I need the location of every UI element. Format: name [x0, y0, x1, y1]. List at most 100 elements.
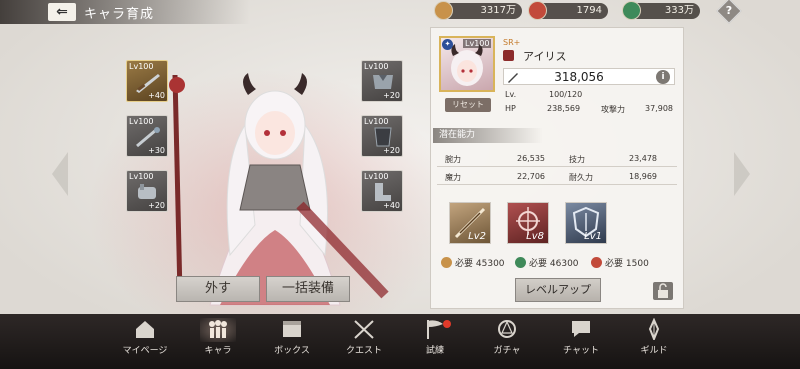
character-stats-panel: ✦ Lv100 SR+ アイリス 318,056 i Lv. 100/120 リ… — [430, 27, 684, 309]
rarity-label: SR+ — [503, 38, 521, 47]
equip-slot-armor-2[interactable]: Lv100 +20 — [361, 115, 403, 157]
info-button[interactable]: i — [656, 70, 670, 84]
potential-section-title: 潜在能力 — [433, 128, 543, 143]
game-screen: ⇐ キャラ育成 3317万 1794 333万 ? Lv100 +40 Lv10… — [0, 0, 800, 369]
nav-label: 試練 — [425, 346, 444, 356]
nav-mypage[interactable]: マイページ — [109, 318, 181, 356]
slot-plus: +40 — [148, 91, 165, 100]
stamina-value: 333万 — [664, 5, 694, 16]
nav-characters[interactable]: キャラ — [182, 318, 254, 356]
cost-value: 46300 — [549, 259, 579, 269]
equip-slot-staff[interactable]: Lv100 +30 — [126, 115, 168, 157]
magic-value: 22,706 — [517, 172, 545, 181]
equip-slot-boots[interactable]: Lv100 +40 — [361, 170, 403, 212]
staff-icon — [136, 127, 160, 148]
level-label: Lv. — [505, 90, 517, 99]
nav-label: ギルド — [640, 346, 668, 356]
nav-trial[interactable]: 試練 — [399, 318, 471, 356]
nav-label: マイページ — [122, 346, 168, 356]
sword-icon — [136, 74, 160, 93]
technique-label: 技力 — [569, 155, 585, 164]
nav-label: ボックス — [274, 346, 310, 356]
skill-level: Lv2 — [468, 231, 486, 242]
attack-value: 37,908 — [645, 104, 673, 113]
skill-slot-2[interactable]: Lv8 — [507, 202, 549, 244]
divider — [437, 166, 677, 167]
skill-slot-3[interactable]: Lv1 — [565, 202, 607, 244]
slot-plus: +20 — [148, 201, 165, 210]
reset-button[interactable]: リセット — [445, 98, 491, 112]
slot-plus: +30 — [148, 146, 165, 155]
combat-power-value: 318,056 — [554, 70, 604, 84]
gold-value: 3317万 — [480, 5, 516, 16]
previous-character-arrow[interactable] — [52, 152, 68, 196]
cost-gem: 必要 1500 — [591, 256, 649, 269]
cost-value: 45300 — [475, 259, 505, 269]
nav-label: ガチャ — [493, 346, 521, 356]
bottom-navigation: マイページ キャラ ボックス クエスト 試練 ガチャ チャット ギルド — [0, 314, 800, 369]
nav-gacha[interactable]: ガチャ — [471, 318, 543, 356]
screen-title: キャラ育成 — [84, 7, 155, 22]
gem-value: 1794 — [576, 5, 602, 16]
class-icon — [503, 50, 514, 61]
slot-plus: +20 — [383, 91, 400, 100]
skill-level: Lv8 — [526, 231, 544, 242]
slot-level: Lv100 — [364, 117, 389, 126]
cost-label: 必要 — [605, 259, 624, 269]
nav-quest[interactable]: クエスト — [328, 318, 400, 356]
strength-label: 腕力 — [445, 155, 461, 164]
slot-plus: +40 — [383, 201, 400, 210]
level-up-button[interactable]: レベルアップ — [515, 278, 601, 302]
chat-icon — [572, 321, 590, 337]
characters-icon — [209, 320, 227, 338]
equip-slot-gauntlet[interactable]: Lv100 +20 — [126, 170, 168, 212]
nav-label: クエスト — [345, 346, 382, 356]
armor-icon — [373, 75, 393, 89]
element-badge-icon: ✦ — [442, 39, 453, 50]
nav-box[interactable]: ボックス — [256, 318, 328, 356]
equip-all-button[interactable]: 一括装備 — [266, 276, 350, 302]
lock-button[interactable] — [653, 282, 673, 300]
gacha-icon — [498, 320, 516, 338]
unlock-icon — [658, 283, 668, 298]
help-button[interactable]: ? — [716, 0, 742, 24]
cost-stamina: 必要 46300 — [515, 256, 579, 269]
equip-slot-weapon[interactable]: Lv100 +40 — [126, 60, 168, 102]
endurance-label: 耐久力 — [569, 173, 593, 182]
guild-icon — [648, 318, 660, 340]
stamina-icon — [515, 257, 526, 268]
home-icon — [136, 321, 154, 338]
combat-power-bar: 318,056 i — [503, 68, 675, 85]
equip-slot-armor[interactable]: Lv100 +20 — [361, 60, 403, 102]
slot-level: Lv100 — [129, 117, 154, 126]
slot-plus: +20 — [383, 146, 400, 155]
skill-level: Lv1 — [584, 231, 602, 242]
nav-guild[interactable]: ギルド — [618, 318, 690, 356]
notification-dot — [443, 320, 451, 328]
skill-slot-1[interactable]: Lv2 — [449, 202, 491, 244]
character-portrait[interactable]: ✦ Lv100 — [439, 36, 495, 92]
back-button[interactable]: ⇐ — [48, 3, 76, 21]
slot-level: Lv100 — [364, 62, 389, 71]
gem-counter: 1794 — [528, 1, 608, 20]
gauntlet-icon — [138, 184, 156, 199]
slot-level: Lv100 — [364, 172, 389, 181]
slot-level: Lv100 — [129, 62, 154, 71]
unequip-button[interactable]: 外す — [176, 276, 260, 302]
attack-label: 攻撃力 — [601, 105, 625, 114]
gem-icon — [528, 1, 547, 20]
hp-label: HP — [505, 104, 516, 113]
strength-value: 26,535 — [517, 154, 545, 163]
cuirass-icon — [374, 127, 392, 147]
character-name: アイリス — [523, 50, 567, 63]
nav-label: キャラ — [204, 346, 232, 356]
next-character-arrow[interactable] — [734, 152, 750, 196]
help-label: ? — [725, 4, 733, 17]
slot-level: Lv100 — [129, 172, 154, 181]
cost-value: 1500 — [625, 259, 649, 269]
nav-label: チャット — [563, 346, 599, 356]
hp-value: 238,569 — [547, 104, 581, 113]
box-icon — [283, 321, 301, 337]
technique-value: 23,478 — [629, 154, 657, 163]
nav-chat[interactable]: チャット — [545, 318, 617, 356]
